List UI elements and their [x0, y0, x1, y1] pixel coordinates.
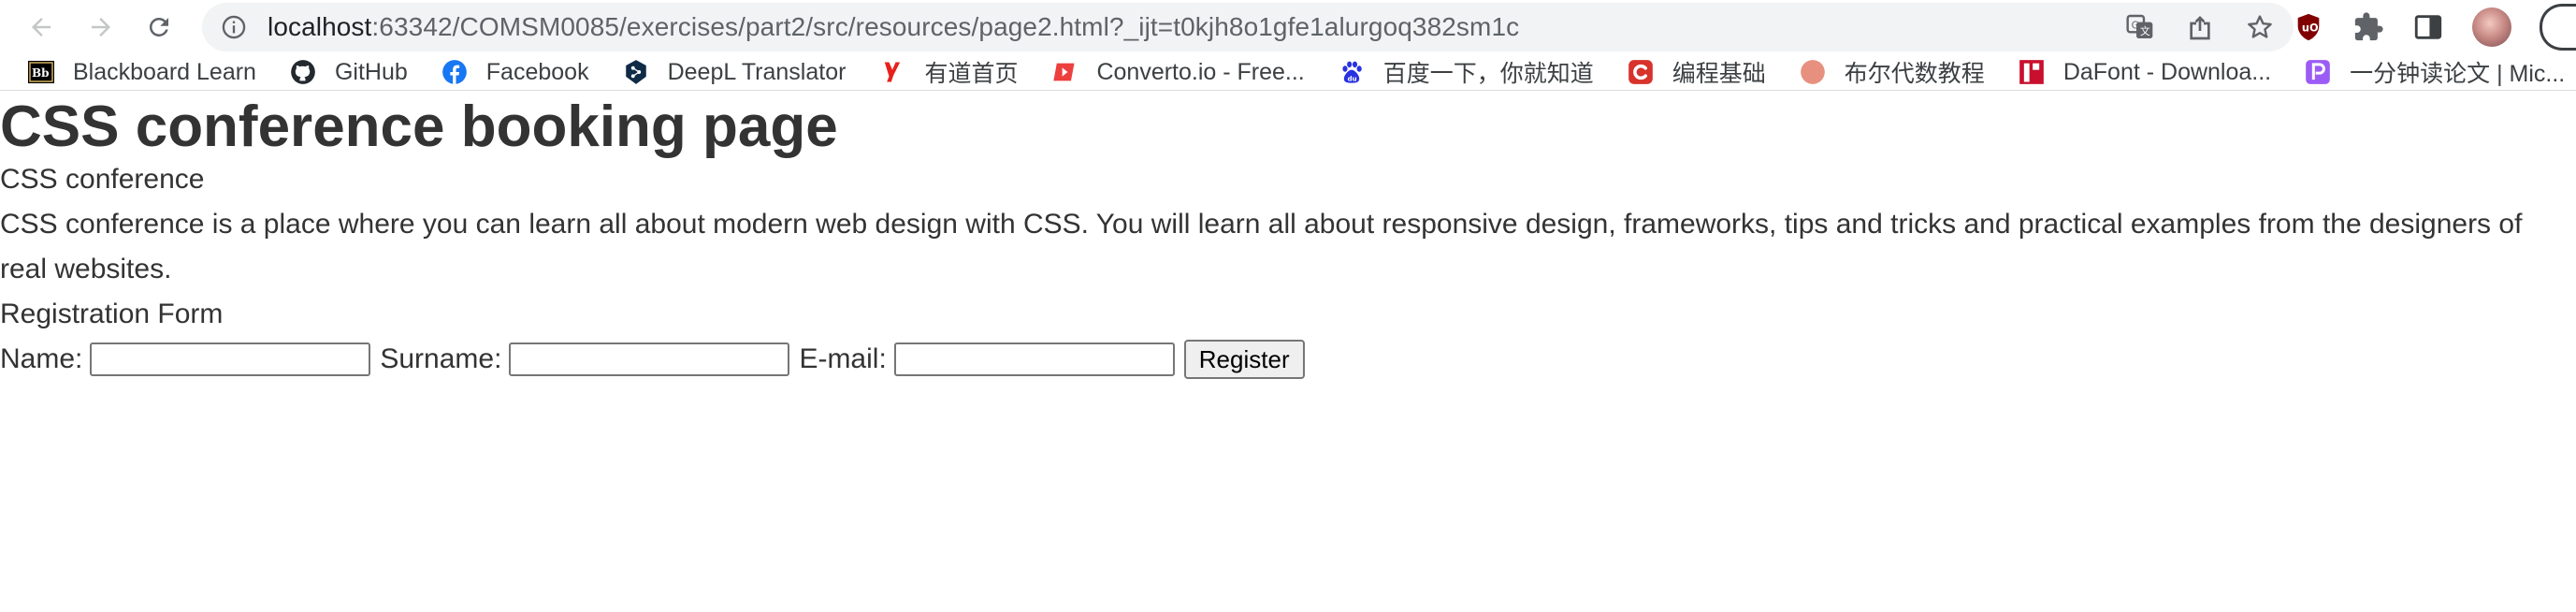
share-icon[interactable]: [2185, 12, 2215, 42]
translate-icon[interactable]: G文: [2125, 12, 2155, 42]
url-text[interactable]: localhost:63342/COMSM0085/exercises/part…: [268, 12, 1519, 42]
extensions-puzzle-icon[interactable]: [2352, 11, 2384, 43]
bookmark-label: Blackboard Learn: [73, 58, 256, 85]
reload-button[interactable]: [138, 7, 180, 48]
extensions-area: uO: [2293, 0, 2576, 54]
bookmark-converto[interactable]: Converto.io - Free...: [1051, 58, 1305, 86]
bookmark-dafont[interactable]: DaFont - Downloa...: [2019, 59, 2271, 86]
info-icon[interactable]: [221, 14, 247, 40]
dafont-icon: [2019, 59, 2045, 85]
youdao-icon: [879, 59, 905, 85]
bookmark-label: 一分钟读论文 | Mic...: [2350, 61, 2566, 87]
name-label: Name:: [0, 343, 83, 375]
circle-icon: [1800, 59, 1826, 85]
bookmark-label: 布尔代数教程: [1844, 61, 1985, 87]
p-icon: [2305, 59, 2331, 85]
profile-avatar[interactable]: [2472, 7, 2511, 47]
blackboard-icon: Bb: [28, 59, 54, 85]
side-panel-icon[interactable]: [2412, 11, 2444, 43]
bookmark-label: 百度一下，你就知道: [1382, 61, 1594, 87]
arrow-left-icon: [32, 18, 51, 36]
arrow-right-icon: [92, 18, 110, 36]
bookmark-programming-basics[interactable]: 编程基础: [1628, 55, 1766, 89]
baidu-icon: du: [1339, 59, 1365, 85]
bookmark-label: DeepL Translator: [667, 58, 847, 85]
c-icon: [1628, 59, 1654, 85]
bookmark-label: 编程基础: [1672, 61, 1766, 87]
surname-input[interactable]: [509, 342, 790, 377]
url-host: localhost: [268, 12, 372, 41]
bookmark-youdao[interactable]: 有道首页: [879, 55, 1018, 89]
bookmark-one-minute-paper[interactable]: 一分钟读论文 | Mic...: [2305, 55, 2565, 89]
back-button[interactable]: [21, 7, 62, 48]
converto-icon: [1051, 59, 1078, 85]
reload-icon: [149, 17, 168, 36]
conference-subtitle: CSS conference: [0, 164, 205, 196]
bookmark-label: GitHub: [334, 58, 408, 85]
address-bar[interactable]: localhost:63342/COMSM0085/exercises/part…: [202, 3, 2294, 51]
register-button[interactable]: Register: [1183, 340, 1305, 380]
address-bar-actions: G文: [2125, 3, 2275, 51]
name-input[interactable]: [90, 342, 371, 377]
bookmark-deepl[interactable]: DeepL Translator: [623, 58, 847, 86]
bookmark-blackboard[interactable]: Bb Blackboard Learn: [28, 59, 256, 86]
form-title: Registration Form: [0, 299, 224, 330]
bookmark-label: 有道首页: [924, 61, 1019, 87]
bookmark-facebook[interactable]: Facebook: [441, 59, 589, 86]
ublock-icon[interactable]: uO: [2293, 11, 2324, 43]
email-input[interactable]: [893, 342, 1175, 377]
github-icon: [290, 59, 316, 85]
profile-menu-edge[interactable]: [2540, 4, 2576, 51]
browser-toolbar: localhost:63342/COMSM0085/exercises/part…: [0, 0, 2576, 54]
svg-text:G: G: [2132, 19, 2139, 31]
forward-button[interactable]: [80, 7, 122, 48]
bookmark-github[interactable]: GitHub: [290, 59, 408, 86]
url-path: :63342/COMSM0085/exercises/part2/src/res…: [371, 12, 1520, 41]
conference-description: CSS conference is a place where you can …: [0, 209, 2523, 285]
svg-text:Bb: Bb: [32, 66, 50, 80]
email-label: E-mail:: [799, 343, 887, 375]
bookmark-baidu[interactable]: du 百度一下，你就知道: [1339, 55, 1594, 89]
surname-label: Surname:: [380, 343, 502, 375]
bookmark-label: DaFont - Downloa...: [2062, 58, 2272, 85]
deepl-icon: [623, 59, 649, 85]
facebook-icon: [441, 59, 468, 85]
bookmark-label: Facebook: [485, 58, 589, 85]
bookmark-boolean-algebra[interactable]: 布尔代数教程: [1800, 55, 1985, 89]
registration-form: Name: Surname: E-mail: Register: [0, 337, 2576, 382]
svg-text:文: 文: [2140, 25, 2150, 37]
bookmark-star-icon[interactable]: [2245, 12, 2275, 42]
svg-text:uO: uO: [2302, 21, 2319, 34]
page-title: CSS conference booking page: [0, 95, 838, 159]
bookmarks-bar: Bb Blackboard Learn GitHub Facebook Deep…: [0, 54, 2576, 91]
svg-text:du: du: [1347, 75, 1356, 82]
page-content: CSS conference booking page CSS conferen…: [0, 91, 2576, 382]
bookmark-label: Converto.io - Free...: [1096, 58, 1305, 85]
